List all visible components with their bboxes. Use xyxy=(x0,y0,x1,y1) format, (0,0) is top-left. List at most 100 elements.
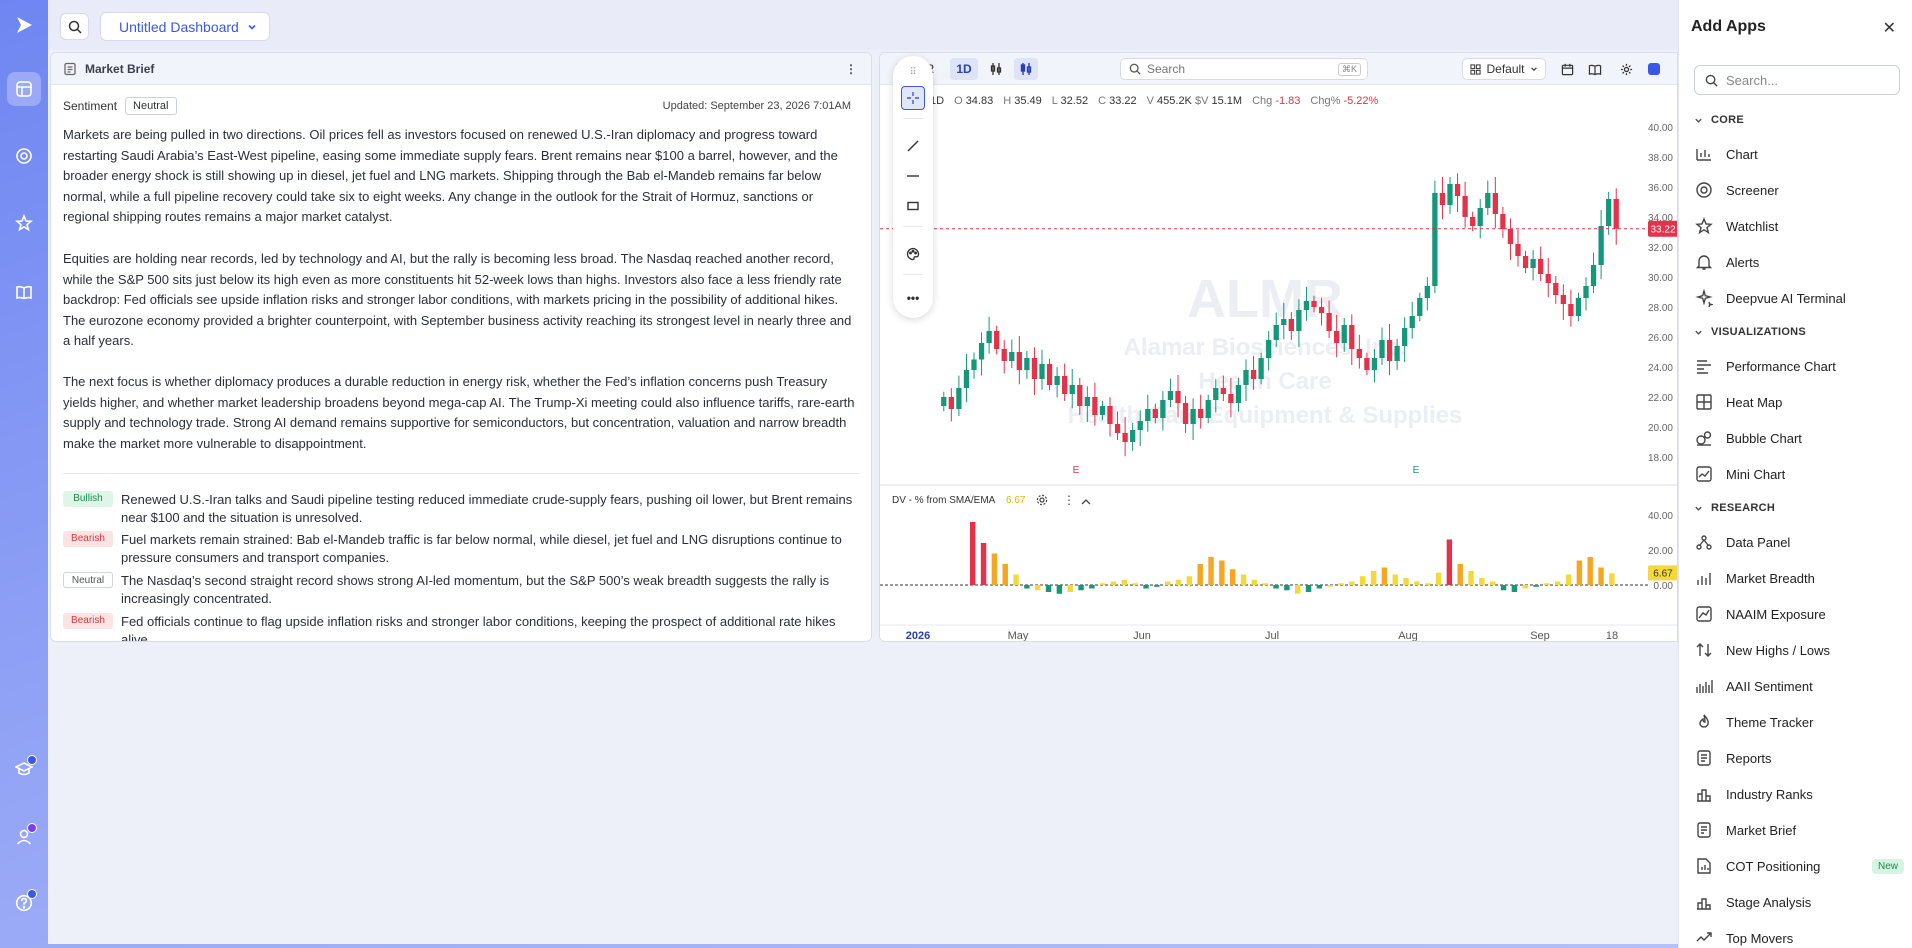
candle-body xyxy=(1439,193,1446,205)
app-item-market-breadth[interactable]: Market Breadth xyxy=(1694,566,1904,590)
candle-body xyxy=(1349,325,1355,349)
education-cap-icon[interactable] xyxy=(7,752,41,786)
horizontal-line-tool-icon[interactable] xyxy=(901,164,925,188)
app-item-naaim-exposure[interactable]: NAAIM Exposure xyxy=(1694,602,1904,626)
dashboard-icon[interactable] xyxy=(7,72,41,106)
app-item-heat-map[interactable]: Heat Map xyxy=(1694,390,1904,414)
candle-body xyxy=(1402,328,1408,346)
app-item-theme-tracker[interactable]: Theme Tracker xyxy=(1694,710,1904,734)
panel-header[interactable]: Market Brief ⋮ xyxy=(51,53,871,85)
app-item-new-highs-lows[interactable]: New Highs / Lows xyxy=(1694,638,1904,662)
close-icon[interactable]: ✕ xyxy=(1883,18,1896,38)
section-header-visualizations[interactable]: VISUALIZATIONS xyxy=(1694,326,1806,338)
book-open-icon[interactable] xyxy=(1584,58,1606,80)
app-item-label: Watchlist xyxy=(1726,218,1779,234)
indicator-bar xyxy=(1544,583,1550,585)
more-tools-icon[interactable]: ••• xyxy=(901,286,925,310)
logo-icon[interactable] xyxy=(7,8,41,42)
trendline-tool-icon[interactable] xyxy=(901,134,925,158)
palette-icon[interactable] xyxy=(901,242,925,266)
app-item-cot-positioning[interactable]: COT Positioning New xyxy=(1694,854,1904,878)
indicator-settings-icon[interactable] xyxy=(1036,494,1048,506)
price-tick-label: 26.00 xyxy=(1648,333,1673,344)
chevron-down-icon xyxy=(1695,118,1702,123)
indicator-bar xyxy=(1511,585,1518,592)
crosshair-tool-icon[interactable] xyxy=(901,86,925,110)
settings-gear-icon[interactable] xyxy=(1615,58,1637,80)
app-item-bubble-chart[interactable]: Bubble Chart xyxy=(1694,426,1904,450)
candle-body xyxy=(1001,349,1007,361)
sentiment-label: Sentiment xyxy=(63,99,118,113)
indicator-bar xyxy=(1479,578,1485,585)
rectangle-tool-icon[interactable] xyxy=(901,194,925,218)
indicator-bar xyxy=(1067,585,1073,592)
app-item-screener[interactable]: Screener xyxy=(1694,178,1904,202)
candle-body xyxy=(1553,283,1559,295)
app-item-alerts[interactable]: Alerts xyxy=(1694,250,1904,274)
watermark-industry: Health Care Equipment & Supplies xyxy=(1068,402,1463,429)
indicator-value: 6.67 xyxy=(1006,495,1026,506)
app-item-market-brief[interactable]: Market Brief xyxy=(1694,818,1904,842)
collapse-chevron-icon[interactable] xyxy=(1081,499,1091,505)
indicator-bar xyxy=(1013,574,1019,585)
candle-body xyxy=(986,331,992,343)
dashboard-title-select[interactable]: Untitled Dashboard xyxy=(100,12,270,41)
bubble-chart-icon xyxy=(1694,428,1714,448)
chevron-down-icon xyxy=(1695,506,1702,511)
drag-handle-icon[interactable]: ⠿ xyxy=(901,60,925,84)
app-item-watchlist[interactable]: Watchlist xyxy=(1694,214,1904,238)
indicator-histogram xyxy=(880,522,1650,594)
candle-body xyxy=(1515,244,1521,256)
candle-body xyxy=(1326,313,1332,331)
indicator-bar xyxy=(1522,585,1528,589)
app-item-reports[interactable]: Reports xyxy=(1694,746,1904,770)
interval-button[interactable]: 1D xyxy=(950,58,978,80)
kebab-menu-icon[interactable]: ⋮ xyxy=(845,62,857,76)
candle-body xyxy=(1462,196,1468,217)
candle-body xyxy=(1069,385,1075,394)
chart-type-icon[interactable] xyxy=(1014,58,1038,80)
panel-title: Market Brief xyxy=(85,61,155,76)
app-item-chart[interactable]: Chart xyxy=(1694,142,1904,166)
app-item-data-panel[interactable]: Data Panel xyxy=(1694,530,1904,554)
user-icon[interactable] xyxy=(7,820,41,854)
app-item-top-movers[interactable]: Top Movers xyxy=(1694,926,1904,948)
chart-search-input[interactable]: Search ⌘K xyxy=(1120,58,1368,80)
dashboard-search-button[interactable] xyxy=(60,13,89,40)
price-tick-label: 38.00 xyxy=(1648,153,1673,164)
section-header-research[interactable]: RESEARCH xyxy=(1694,502,1775,514)
app-item-label: New Highs / Lows xyxy=(1726,642,1831,658)
app-item-label: Market Brief xyxy=(1726,822,1797,838)
app-item-industry-ranks[interactable]: Industry Ranks xyxy=(1694,782,1904,806)
price-chart[interactable]: ALMR Alamar Biosciences, Inc. Health Car… xyxy=(880,85,1678,642)
candle-body xyxy=(1039,364,1045,379)
watchlist-star-icon[interactable] xyxy=(7,206,41,240)
app-item-mini-chart[interactable]: Mini Chart xyxy=(1694,462,1904,486)
compare-icon[interactable] xyxy=(984,58,1008,80)
bullet-text: The Nasdaq’s second straight record show… xyxy=(121,573,830,606)
time-tick-label: May xyxy=(1008,630,1029,642)
app-item-stage-analysis[interactable]: Stage Analysis xyxy=(1694,890,1904,914)
screener-icon[interactable] xyxy=(7,139,41,173)
sentiment-tag: Bullish xyxy=(63,491,113,507)
price-tick-label: 32.00 xyxy=(1648,243,1673,254)
calendar-icon[interactable] xyxy=(1556,58,1578,80)
shortcut-hint: ⌘K xyxy=(1337,62,1361,76)
candle-body xyxy=(1281,319,1287,325)
layout-select[interactable]: Default xyxy=(1462,58,1546,80)
link-color-icon[interactable] xyxy=(1646,58,1662,80)
app-item-aaii-sentiment[interactable]: AAII Sentiment xyxy=(1694,674,1904,698)
apps-search-input[interactable]: Search... xyxy=(1694,65,1900,95)
candle-body xyxy=(1258,358,1264,379)
indicator-bar xyxy=(1305,585,1312,592)
help-icon[interactable] xyxy=(7,886,41,920)
book-icon[interactable] xyxy=(7,275,41,309)
app-item-deepvue-ai-terminal[interactable]: Deepvue AI Terminal xyxy=(1694,286,1904,310)
candle-body xyxy=(1485,193,1491,208)
earnings-markers: EE xyxy=(1073,465,1420,476)
mini-chart-icon xyxy=(1694,464,1714,484)
candle-body xyxy=(1228,394,1234,403)
section-header-core[interactable]: CORE xyxy=(1694,114,1744,126)
indicator-menu-icon[interactable]: ⋮ xyxy=(1063,493,1075,507)
app-item-performance-chart[interactable]: Performance Chart xyxy=(1694,354,1904,378)
